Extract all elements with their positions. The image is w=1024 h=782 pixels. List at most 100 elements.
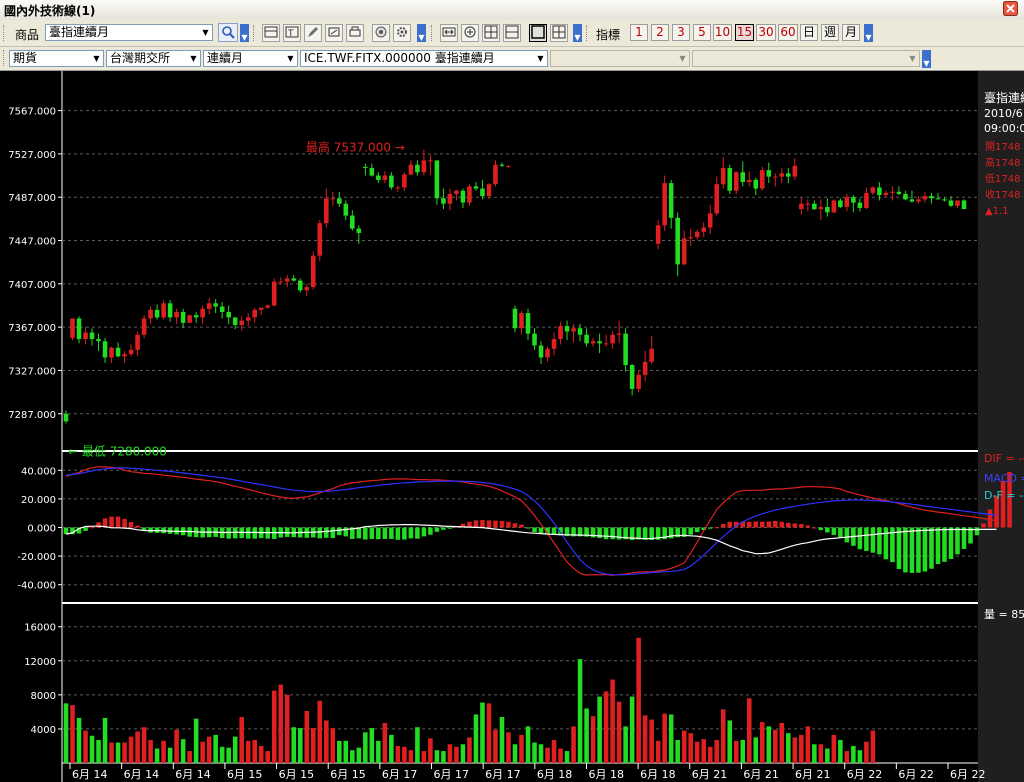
zoom-fit-icon: [442, 27, 456, 37]
window-title: 國內外技術線(1): [4, 4, 96, 18]
zoom-in-button[interactable]: [461, 24, 479, 42]
draw-tool-button[interactable]: [325, 24, 343, 42]
macd-bar: [408, 527, 414, 539]
price-tick-label: 7407.000: [8, 280, 56, 291]
chevron-down-icon[interactable]: ▼: [187, 51, 200, 66]
candle-body: [948, 200, 954, 206]
view-dropdown-arrow[interactable]: ▼: [573, 24, 582, 42]
volume-bar: [180, 739, 186, 763]
chevron-down-icon[interactable]: ▼: [676, 51, 689, 66]
macd-bar: [603, 527, 609, 540]
chevron-down-icon[interactable]: ▼: [199, 25, 212, 40]
info-open: 開1748: [985, 141, 1020, 153]
x-tick-label: 6月 21: [743, 768, 779, 781]
tools-dropdown-arrow[interactable]: ▼: [417, 24, 426, 42]
category-combo[interactable]: 期貨 ▼: [9, 50, 104, 67]
macd-bar: [955, 527, 960, 555]
candle-body: [63, 413, 69, 422]
single-panel-button[interactable]: [529, 24, 547, 42]
candle-body: [753, 179, 759, 189]
search-dropdown-arrow[interactable]: ▼: [240, 24, 249, 42]
period-button-3[interactable]: 5: [693, 24, 711, 41]
period-button-6[interactable]: 30: [756, 24, 776, 41]
layout-split-button[interactable]: [262, 24, 280, 42]
filter-dropdown-arrow[interactable]: ▼: [922, 50, 931, 68]
candle-body: [662, 183, 667, 226]
period-button-7[interactable]: 60: [778, 24, 798, 41]
grid-panel-button[interactable]: [550, 24, 568, 42]
period-dropdown-arrow[interactable]: ▼: [864, 24, 873, 42]
volume-bar: [642, 715, 648, 763]
text-tool-button[interactable]: T: [283, 24, 301, 42]
toolbar-grip[interactable]: [586, 25, 590, 41]
candle-body: [76, 318, 82, 340]
macd-bar: [812, 527, 817, 529]
candle-body: [786, 173, 791, 177]
macd-bar: [499, 520, 505, 528]
chart-area[interactable]: 7567.000 7527.000 7487.000 7447.000 7407.000…: [0, 71, 1024, 782]
candle-body: [935, 198, 941, 200]
product-combo[interactable]: 臺指連續月 ▼: [45, 24, 213, 41]
crosshair-button[interactable]: [482, 24, 500, 42]
search-button[interactable]: [218, 23, 238, 42]
macd-bar: [759, 521, 765, 528]
volume-tick-label: 8000: [31, 691, 56, 702]
volume-bar: [779, 722, 785, 763]
candle-body: [486, 184, 492, 197]
exchange-combo[interactable]: 台灣期交所 ▼: [106, 50, 201, 67]
candle-body: [271, 281, 277, 306]
zoom-fit-button[interactable]: [440, 24, 458, 42]
extra-combo-right[interactable]: ▼: [692, 50, 920, 67]
contract-combo[interactable]: 連續月 ▼: [203, 50, 298, 67]
hline-button[interactable]: [503, 24, 521, 42]
print-button[interactable]: [346, 24, 364, 42]
volume-bar: [727, 720, 733, 763]
period-button-0[interactable]: 1: [630, 24, 648, 41]
candle-body: [219, 306, 225, 312]
pencil-button[interactable]: [304, 24, 322, 42]
macd-bar: [538, 527, 544, 534]
settings-button[interactable]: [393, 24, 411, 42]
candle-body: [96, 339, 101, 342]
toolbar-grip[interactable]: [3, 25, 7, 41]
toolbar-grip[interactable]: [431, 25, 435, 41]
period-button-8[interactable]: 日: [800, 24, 818, 41]
period-button-10[interactable]: 月: [842, 24, 860, 41]
symbol-combo[interactable]: ICE.TWF.FITX.000000 臺指連續月 ▼: [300, 50, 548, 67]
toolbar-grip[interactable]: [253, 25, 257, 41]
candle-body: [70, 318, 75, 338]
volume-bar: [389, 734, 394, 763]
candle-body: [961, 200, 967, 210]
chevron-down-icon[interactable]: ▼: [90, 51, 103, 66]
candle-body: [740, 172, 746, 183]
candle-body: [701, 227, 706, 232]
chevron-down-icon[interactable]: ▼: [534, 51, 547, 66]
macd-bar: [356, 527, 362, 539]
period-button-4[interactable]: 10: [713, 24, 732, 41]
close-icon[interactable]: [1003, 1, 1018, 16]
period-button-2[interactable]: 3: [672, 24, 690, 41]
candle-body: [167, 303, 173, 318]
x-tick-label: 6月 15: [330, 768, 366, 781]
candle-body: [356, 228, 362, 233]
volume-bar: [786, 733, 791, 763]
candle-body: [538, 345, 544, 358]
capture-button[interactable]: [372, 24, 390, 42]
volume-bar: [629, 696, 635, 763]
macd-bar: [642, 527, 648, 540]
period-button-1[interactable]: 2: [651, 24, 669, 41]
candle-body: [720, 167, 726, 185]
chevron-down-icon[interactable]: ▼: [906, 51, 919, 66]
info-date: 2010/6: [984, 107, 1023, 120]
toolbar-grip[interactable]: [3, 50, 7, 66]
chevron-down-icon[interactable]: ▼: [284, 51, 297, 66]
extra-combo-left[interactable]: ▼: [550, 50, 690, 67]
price-tick-label: 7567.000: [8, 107, 56, 118]
candle-body: [310, 255, 316, 288]
period-button-9[interactable]: 週: [821, 24, 839, 41]
macd-bar: [773, 520, 778, 528]
high-annotation: 最高 7537.000 →: [306, 140, 405, 155]
period-button-5[interactable]: 15: [735, 24, 754, 41]
volume-bar: [161, 740, 166, 763]
macd-bar: [89, 527, 95, 529]
